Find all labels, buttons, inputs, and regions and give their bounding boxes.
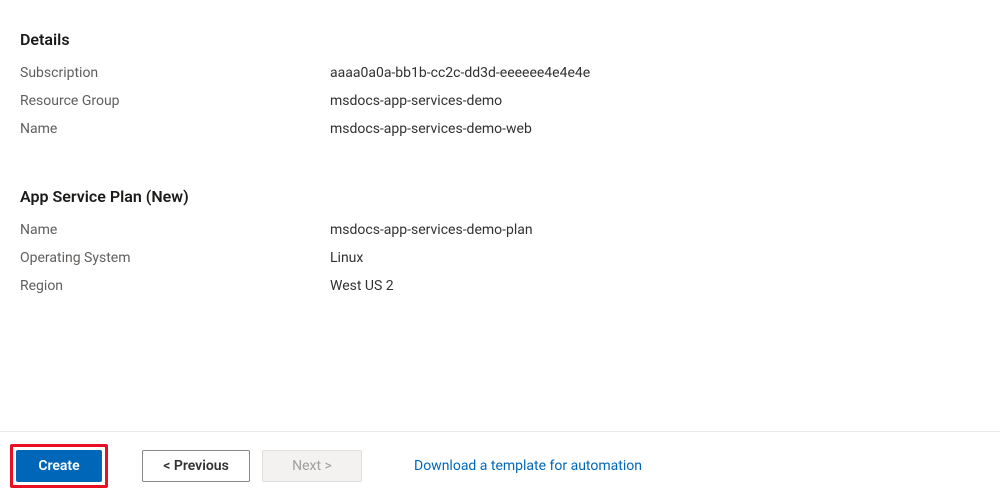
details-section: Details Subscription aaaa0a0a-bb1b-cc2c-… xyxy=(20,30,980,139)
kv-row-plan-name: Name msdocs-app-services-demo-plan xyxy=(20,220,980,240)
wizard-footer: Create < Previous Next > Download a temp… xyxy=(0,431,1000,500)
kv-value: West US 2 xyxy=(330,276,394,296)
details-heading: Details xyxy=(20,30,980,49)
kv-row-operating-system: Operating System Linux xyxy=(20,248,980,268)
kv-label: Operating System xyxy=(20,248,330,268)
kv-row-region: Region West US 2 xyxy=(20,276,980,296)
app-service-plan-section: App Service Plan (New) Name msdocs-app-s… xyxy=(20,187,980,296)
kv-label: Region xyxy=(20,276,330,296)
kv-value: msdocs-app-services-demo-web xyxy=(330,119,532,139)
create-button[interactable]: Create xyxy=(16,450,102,482)
plan-heading: App Service Plan (New) xyxy=(20,187,980,206)
create-button-highlight: Create xyxy=(10,444,108,488)
kv-value: Linux xyxy=(330,248,363,268)
kv-value: msdocs-app-services-demo xyxy=(330,91,502,111)
previous-button[interactable]: < Previous xyxy=(142,450,250,482)
kv-label: Subscription xyxy=(20,63,330,83)
kv-label: Name xyxy=(20,220,330,240)
kv-value: aaaa0a0a-bb1b-cc2c-dd3d-eeeeee4e4e4e xyxy=(330,63,590,83)
download-template-link[interactable]: Download a template for automation xyxy=(414,458,642,474)
kv-row-resource-group: Resource Group msdocs-app-services-demo xyxy=(20,91,980,111)
kv-label: Name xyxy=(20,119,330,139)
kv-label: Resource Group xyxy=(20,91,330,111)
kv-row-subscription: Subscription aaaa0a0a-bb1b-cc2c-dd3d-eee… xyxy=(20,63,980,83)
kv-row-name: Name msdocs-app-services-demo-web xyxy=(20,119,980,139)
summary-content: Details Subscription aaaa0a0a-bb1b-cc2c-… xyxy=(0,0,1000,296)
next-button: Next > xyxy=(262,450,362,482)
kv-value: msdocs-app-services-demo-plan xyxy=(330,220,533,240)
